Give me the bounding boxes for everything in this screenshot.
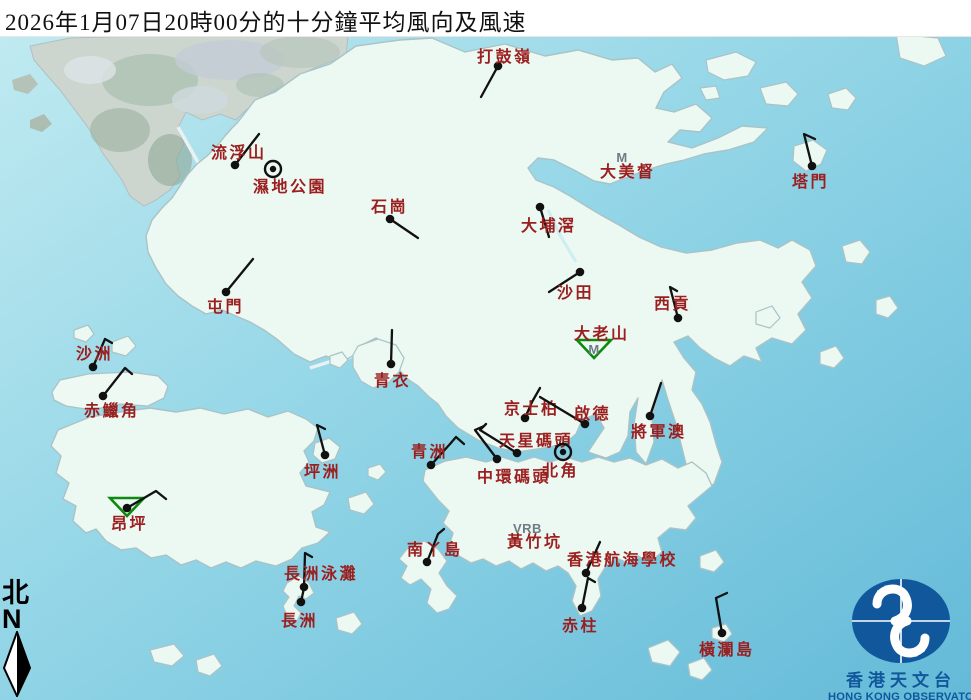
station-label: 坪洲 [304,463,341,481]
station-label: 黃竹坑 [506,532,563,551]
hko-logo: 香港天文台 HONG KONG OBSERVATORY [828,578,971,700]
hong-kong-map: 打鼓嶺流浮山濕地公園石崗M大美督塔門大埔滘沙田西貢M大老山屯門沙洲赤鱲角青衣京士… [0,0,971,700]
station-dot [560,449,566,455]
north-label-zh: 北 [2,580,36,607]
station-label: 長洲 [281,612,318,630]
station-dot [297,598,306,607]
map-title: 2026年1月07日20時00分的十分鐘平均風向及風速 [5,3,527,37]
station-label: 青衣 [374,371,411,390]
north-compass: 北 N [2,580,36,700]
station-label: 啟德 [574,404,611,423]
station-dot [427,461,436,470]
station-dot [578,604,587,613]
station-label: 南丫島 [407,540,463,559]
station-dot [99,392,108,401]
title-bar: 2026年1月07日20時00分的十分鐘平均風向及風速 [0,0,971,37]
station-dot [321,451,330,460]
hko-logo-icon [851,578,951,664]
station-label: 濕地公園 [253,177,327,196]
station-dot [222,288,231,297]
compass-needle-icon [2,631,36,697]
wind-map-screen: 打鼓嶺流浮山濕地公園石崗M大美督塔門大埔滘沙田西貢M大老山屯門沙洲赤鱲角青衣京士… [0,0,971,700]
station-label: 天星碼頭 [499,432,573,450]
station-label: 大埔滘 [521,216,577,235]
station-label: 香港航海學校 [566,550,678,569]
station-label: 將軍澳 [631,422,687,441]
station-label: 沙田 [557,284,594,302]
north-label-en: N [2,607,36,631]
station-label: 京士柏 [504,399,560,418]
station-label: 長洲泳灘 [284,564,358,583]
station-dot [387,360,396,369]
station-label: 沙洲 [76,345,113,363]
station-note: M [616,150,627,165]
station-dot [123,504,132,513]
station-dot [582,569,591,578]
station-label: 昂坪 [111,515,148,533]
station-label: 橫瀾島 [699,640,755,659]
station-dot [493,455,502,464]
hko-logo-text-en: HONG KONG OBSERVATORY [828,691,971,700]
station-label: 石崗 [370,197,408,216]
station-label: 塔門 [792,172,829,191]
station-note: M [588,342,599,357]
station-dot [808,162,817,171]
station-label: 西貢 [654,295,691,313]
station-dot [718,629,727,638]
station-dot [576,268,585,277]
station-dot [89,363,98,372]
station-label: 打鼓嶺 [477,47,533,66]
station-label: 赤柱 [562,616,599,635]
station-label: 北角 [542,461,579,480]
station-label: 流浮山 [211,143,267,162]
station-dot [674,314,683,323]
station-dot [536,203,545,212]
wind-barb [391,330,392,364]
station-label: 大美督 [600,162,656,181]
station-dot [270,166,276,172]
station-label: 青洲 [411,442,448,461]
station-dot [646,412,655,421]
hko-logo-text-zh: 香港天文台 [828,666,971,691]
station-label: 大老山 [574,324,630,343]
station-label: 中環碼頭 [477,467,551,486]
station-label: 屯門 [207,297,244,316]
station-label: 赤鱲角 [84,401,140,420]
